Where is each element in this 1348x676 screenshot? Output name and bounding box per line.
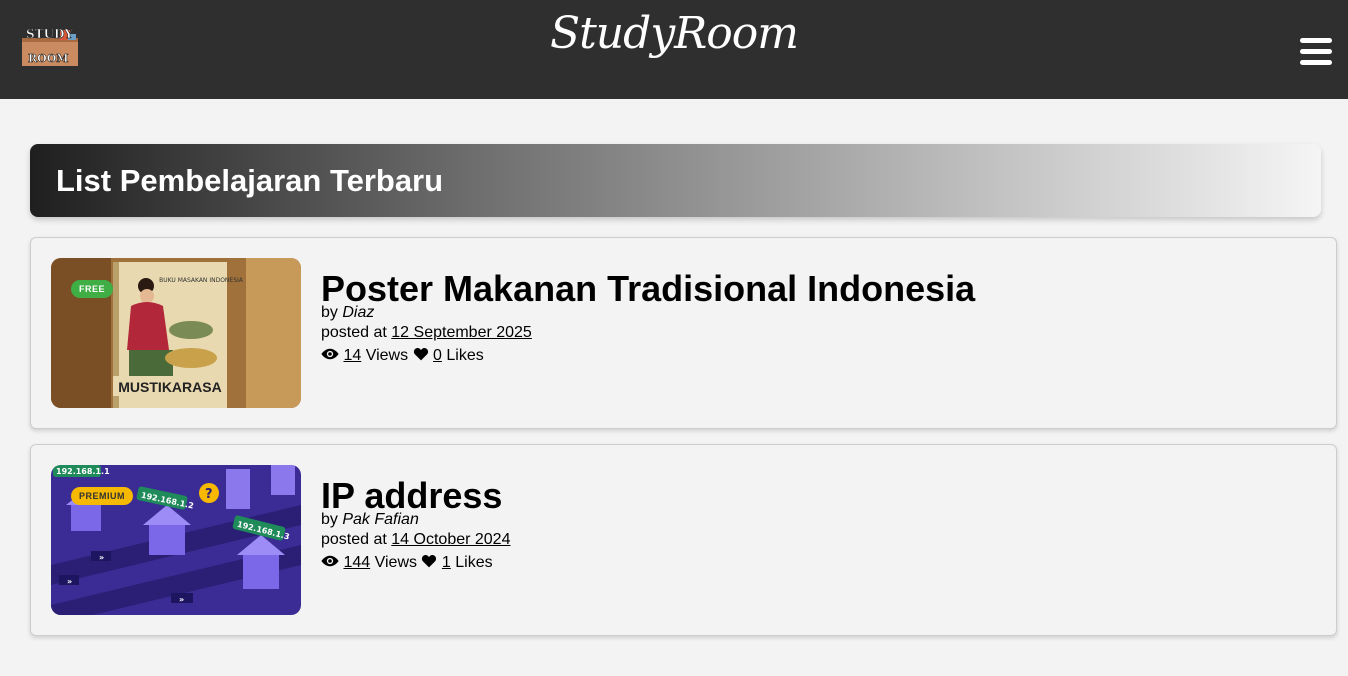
svg-text:»: »	[99, 553, 104, 562]
premium-badge: PREMIUM	[71, 487, 133, 505]
post-date-line: posted at 12 September 2025	[321, 324, 532, 341]
svg-text:?: ?	[205, 487, 213, 502]
eye-icon	[321, 555, 339, 567]
views-count: 144	[343, 554, 371, 571]
post-title[interactable]: IP address	[321, 477, 510, 515]
section-title: List Pembelajaran Terbaru	[56, 163, 444, 198]
post-author: Diaz	[342, 304, 375, 321]
brand-title: StudyRoom	[549, 8, 799, 59]
svg-text:192.168.1.1: 192.168.1.1	[56, 467, 110, 476]
heart-icon	[413, 347, 428, 361]
post-stats: 14 Views 0 Likes	[321, 344, 975, 367]
post-date: 12 September 2025	[391, 324, 532, 341]
post-author: Pak Fafian	[342, 511, 419, 528]
free-badge: FREE	[71, 280, 114, 298]
likes-count: 0	[433, 347, 442, 364]
eye-icon	[321, 348, 339, 360]
likes-count: 1	[441, 554, 451, 571]
svg-text:BUKU MASAKAN INDONESIA: BUKU MASAKAN INDONESIA	[159, 277, 244, 284]
hamburger-menu-icon[interactable]	[1300, 38, 1332, 66]
post-date: 14 October 2024	[391, 531, 511, 548]
post-card[interactable]: BUKU MASAKAN INDONESIA MUSTIKARASA FREE …	[30, 237, 1337, 429]
svg-text:MUSTIKARASA: MUSTIKARASA	[118, 379, 221, 395]
svg-text:»: »	[67, 577, 72, 586]
post-thumbnail[interactable]: BUKU MASAKAN INDONESIA MUSTIKARASA FREE	[51, 258, 301, 408]
post-title[interactable]: Poster Makanan Tradisional Indonesia	[321, 270, 975, 308]
svg-text:»: »	[179, 595, 184, 604]
post-info: Poster Makanan Tradisional Indonesia by …	[321, 270, 975, 367]
post-card[interactable]: »»» 192.168.1.1 192.168.1.2 192.168.1.3 …	[30, 444, 1337, 636]
top-navbar: STUDY ROOM StudyRoom	[0, 0, 1348, 99]
post-stats: 144 Views 1 Likes	[321, 551, 510, 574]
post-info: IP address by Pak Fafian posted at 14 Oc…	[321, 477, 510, 574]
views-count: 14	[343, 347, 362, 364]
post-date-line: posted at 14 October 2024	[321, 531, 511, 548]
post-thumbnail[interactable]: »»» 192.168.1.1 192.168.1.2 192.168.1.3 …	[51, 465, 301, 615]
heart-icon	[422, 554, 437, 568]
section-header: List Pembelajaran Terbaru	[30, 144, 1321, 217]
